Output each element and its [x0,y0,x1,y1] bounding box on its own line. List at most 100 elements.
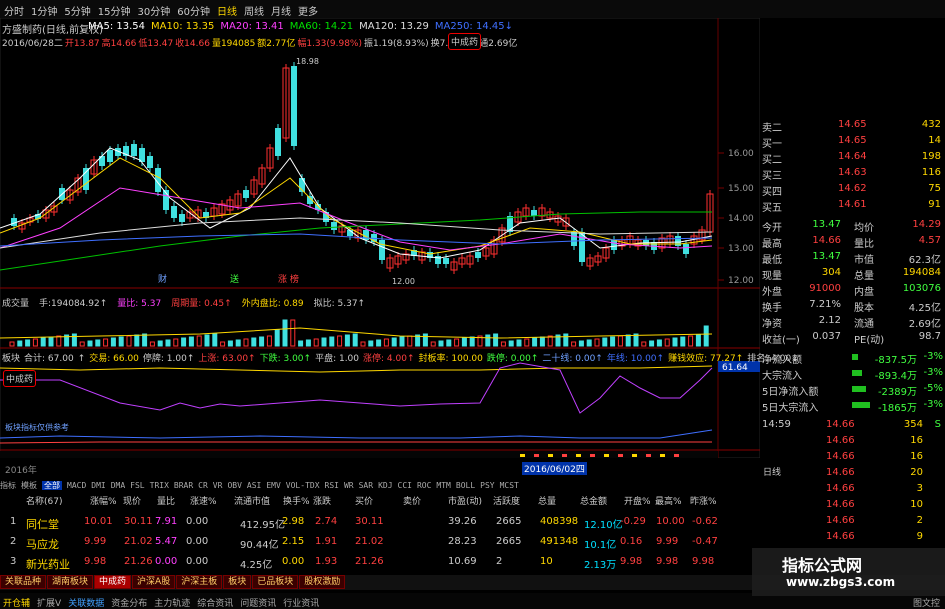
indicator-tab[interactable]: BRAR [174,481,193,490]
indicator-tab[interactable]: BOLL [456,481,475,490]
indicator-tab[interactable]: EMV [266,481,280,490]
column-header[interactable]: 买价 [355,494,373,507]
indicator-tab[interactable]: TRIX [150,481,169,490]
indicator-tab[interactable]: DMA [111,481,125,490]
indicator-tab[interactable]: SAR [359,481,373,490]
table-row[interactable]: 1 同仁堂 10.01 30.11 7.91 0.00 412.95亿 2.98 2.74 30.… [0,514,760,532]
indicator-tab[interactable]: WR [344,481,354,490]
volume-bar [188,336,194,347]
indicator-tab[interactable]: ROC [417,481,431,490]
sector-tab[interactable]: 沪深主板 [176,575,223,589]
column-header[interactable]: 总金额 [580,494,607,507]
period-9[interactable]: 更多 [298,3,318,18]
indicator-tab[interactable]: MCST [500,481,519,490]
period-4[interactable]: 30分钟 [137,3,170,18]
info-tab[interactable]: 扩展V [37,596,61,609]
period-6[interactable]: 日线 [217,3,237,18]
kline-chart[interactable]: 16.0015.0014.0013.0012.00250001500050006… [0,18,760,458]
ma-label: MA250: 14.45↓ [434,21,513,32]
indicator-tab[interactable]: PSY [480,481,494,490]
column-header[interactable]: 活跃度 [493,494,520,507]
volume-bar [227,340,233,347]
column-header[interactable]: 开盘% [624,494,651,507]
info-tab[interactable]: 关联数据 [68,596,104,609]
volume-bar [32,338,38,347]
column-header[interactable]: 市盈(动) [448,494,482,507]
column-header[interactable]: 昨涨% [690,494,717,507]
info-tab[interactable]: 综合资讯 [197,596,233,609]
period-8[interactable]: 月线 [271,3,291,18]
indicator-tab[interactable]: MTM [436,481,450,490]
volume-item: 周期量: 0.45↑ [171,299,232,309]
indicator-tab[interactable]: 指标 [0,481,16,490]
info-tab[interactable]: 行业资讯 [283,596,319,609]
info-tab[interactable]: 问题资讯 [240,596,276,609]
stat-key: 现量 [762,271,782,282]
column-header[interactable]: 量比 [157,494,175,507]
ohlc-item: 收14.66 [175,39,210,49]
info-tab[interactable]: 主力轨迹 [154,596,190,609]
indicator-tab[interactable]: VOL-TDX [286,481,320,490]
volume-bar [17,340,23,347]
indicator-tab[interactable]: ASI [247,481,261,490]
column-header[interactable]: 名称(67) [26,494,62,507]
indicator-tab[interactable]: MACD [67,481,86,490]
column-header[interactable]: 流通市值 [234,494,270,507]
board-item: 停牌: 1.00↑ [142,354,195,364]
board-badge[interactable]: 中成药 [3,370,37,387]
period-0[interactable]: 分时 [4,3,24,18]
sector-tab[interactable]: 已品板块 [252,575,299,589]
date-mark [576,454,581,457]
column-header[interactable]: 换手% [283,494,310,507]
tick-volume: 354 [903,419,923,430]
ma-label: MA20: 13.41 [220,21,284,32]
table-cell: 491348 [540,536,579,547]
peak-label: 18.98 [296,57,319,66]
board-item: 封板率: 100.00 [418,354,483,364]
volume-bar [79,341,85,347]
candle-body [331,222,337,230]
period-7[interactable]: 周线 [244,3,264,18]
candle-body [291,66,297,146]
sector-tab[interactable]: 股权激励 [299,575,346,589]
tick-row: 14:59 14.66 354 S [760,418,945,432]
watermark-title: 指标公式网 [782,556,863,575]
bar-date: 2016/06/28二 [2,39,63,49]
column-header[interactable]: 涨幅% [90,494,117,507]
indicator-tab[interactable]: RSI [325,481,339,490]
period-3[interactable]: 15分钟 [98,3,131,18]
indicator-tab[interactable]: KDJ [378,481,392,490]
table-row[interactable]: 3 新光药业 9.98 21.26 0.00 0.00 4.25亿 0.00 1.93 21.26… [0,554,760,572]
info-tab[interactable]: 资金分布 [111,596,147,609]
indicator-tab[interactable]: DMI [91,481,105,490]
indicator-tab[interactable]: 全部 [42,481,62,490]
indicator-tab[interactable]: CCI [398,481,412,490]
table-row[interactable]: 2 马应龙 9.99 21.02 5.47 0.00 90.44亿 2.15 1.91 21.02… [0,534,760,552]
ohlc-item: 高14.66 [101,39,137,49]
indicator-tab[interactable]: VR [213,481,223,490]
column-header[interactable]: 涨速% [190,494,217,507]
column-header[interactable]: 卖价 [403,494,421,507]
volume-bar [157,340,163,347]
sector-tab[interactable]: 沪深A股 [132,575,176,589]
column-header[interactable]: 涨跌 [313,494,331,507]
sector-tab[interactable]: 关联品种 [0,575,47,589]
indicator-tab[interactable]: OBV [227,481,241,490]
period-2[interactable]: 5分钟 [64,3,90,18]
indicator-tab[interactable]: FSL [130,481,144,490]
sector-tab[interactable]: 板块 [223,575,252,589]
price-tick-label: 14.00 [728,214,754,224]
period-1[interactable]: 1分钟 [31,3,57,18]
info-tab[interactable]: 开仓辅 [3,596,30,609]
column-header[interactable]: 最高% [655,494,682,507]
sector-badge[interactable]: 中成药 [448,33,482,50]
column-header[interactable]: 总量 [538,494,556,507]
volume-item: 手:194084.92↑ [39,299,108,309]
indicator-tab[interactable]: CR [198,481,208,490]
stat-key: 市值 [854,255,874,266]
sector-tab[interactable]: 湖南板块 [47,575,94,589]
column-header[interactable]: 现价 [123,494,141,507]
sector-tab[interactable]: 中成药 [94,575,132,589]
indicator-tab[interactable]: 模板 [21,481,37,490]
period-5[interactable]: 60分钟 [177,3,210,18]
